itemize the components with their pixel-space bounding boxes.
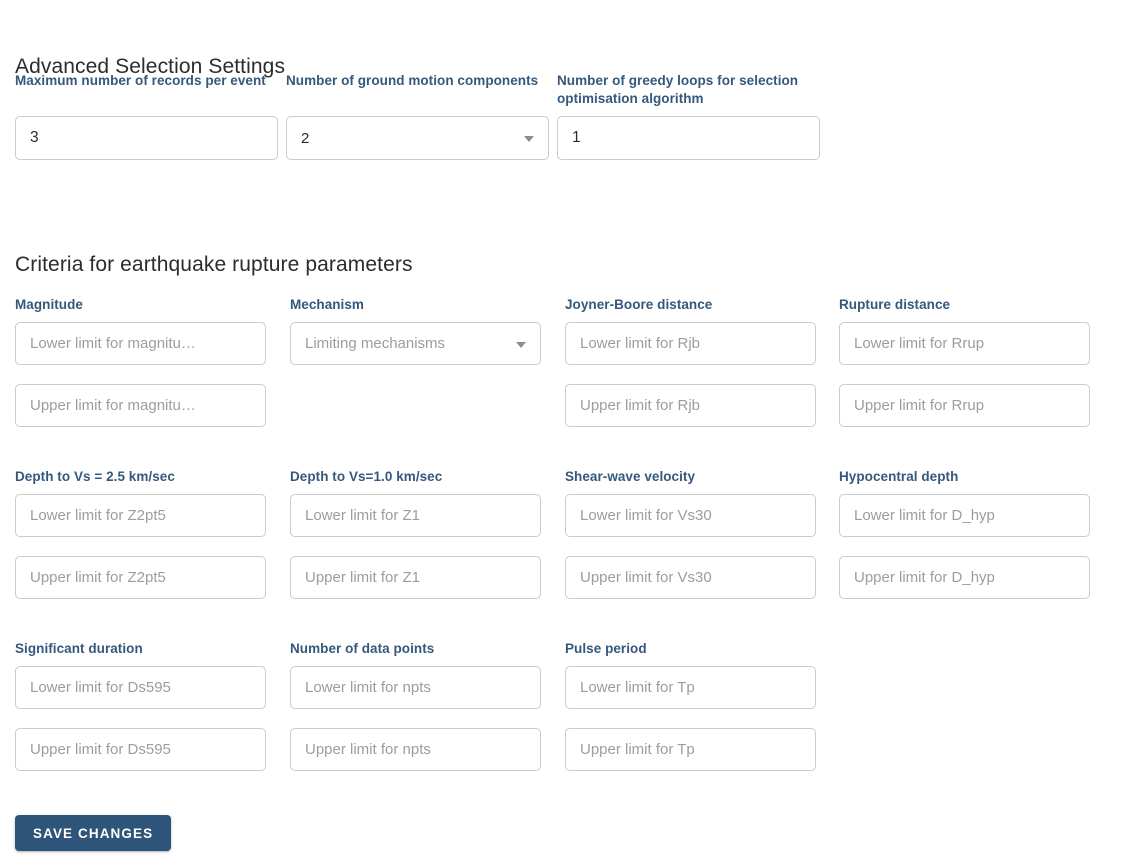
field-label-pulse-period: Pulse period [565,641,647,656]
field-group-depth-to-vs-2pt5: Depth to Vs = 2.5 km/sec [15,468,266,599]
vs30-lower-input[interactable] [565,494,816,537]
d-hyp-lower-input[interactable] [839,494,1090,537]
z1-upper-input[interactable] [290,556,541,599]
field-spacer [565,537,816,556]
tp-upper-input[interactable] [565,728,816,771]
magnitude-upper-input[interactable] [15,384,266,427]
field-label-depth-to-vs-1pt0: Depth to Vs=1.0 km/sec [290,469,443,484]
z2pt5-upper-input[interactable] [15,556,266,599]
field-group-significant-duration: Significant duration [15,640,266,771]
field-spacer [15,709,266,728]
field-label-depth-to-vs-2pt5: Depth to Vs = 2.5 km/sec [15,469,175,484]
field-label-ground-motion-components: Number of ground motion components [286,73,539,88]
field-group-max-records: Maximum number of records per event [15,72,278,160]
rrup-upper-input[interactable] [839,384,1090,427]
field-group-hypocentral-depth: Hypocentral depth [839,468,1090,599]
field-spacer [15,365,266,384]
rjb-lower-input[interactable] [565,322,816,365]
field-group-number-of-data-points: Number of data points [290,640,541,771]
z2pt5-lower-input[interactable] [15,494,266,537]
field-group-rupture-distance: Rupture distance [839,296,1090,427]
field-group-pulse-period: Pulse period [565,640,816,771]
criteria-grid: Magnitude Mechanism Limiting mechanisms … [15,296,1108,812]
field-group-shear-wave-velocity: Shear-wave velocity [565,468,816,599]
field-group-depth-to-vs-1pt0: Depth to Vs=1.0 km/sec [290,468,541,599]
field-label-mechanism: Mechanism [290,297,364,312]
chevron-down-icon [516,341,526,348]
ground-motion-components-value: 2 [301,129,310,147]
criteria-row: Significant duration Number of data poin… [15,640,1108,812]
field-group-greedy-loops: Number of greedy loops for selection opt… [557,72,820,160]
npts-lower-input[interactable] [290,666,541,709]
chevron-down-icon [524,136,534,142]
greedy-loops-input[interactable] [557,116,820,160]
advanced-settings-page: Advanced Selection Settings Maximum numb… [0,0,1123,863]
rjb-upper-input[interactable] [565,384,816,427]
field-group-ground-motion-components: Number of ground motion components 2 [286,72,549,160]
field-spacer [565,709,816,728]
field-label-number-of-data-points: Number of data points [290,641,435,656]
advanced-settings-grid: Maximum number of records per event Numb… [15,72,1108,162]
vs30-upper-input[interactable] [565,556,816,599]
save-changes-button[interactable]: Save changes [15,815,172,851]
field-spacer [839,537,1090,556]
ds595-upper-input[interactable] [15,728,266,771]
field-spacer [839,365,1090,384]
field-spacer [565,365,816,384]
field-label-greedy-loops: Number of greedy loops for selection opt… [557,73,799,106]
criteria-row: Magnitude Mechanism Limiting mechanisms … [15,296,1108,468]
ds595-lower-input[interactable] [15,666,266,709]
npts-upper-input[interactable] [290,728,541,771]
field-label-significant-duration: Significant duration [15,641,143,656]
field-label-hypocentral-depth: Hypocentral depth [839,469,959,484]
field-group-mechanism: Mechanism Limiting mechanisms [290,296,541,365]
field-spacer [290,709,541,728]
mechanism-select[interactable]: Limiting mechanisms [290,322,541,365]
field-group-joyner-boore-distance: Joyner-Boore distance [565,296,816,427]
mechanism-placeholder: Limiting mechanisms [305,335,446,352]
max-records-input[interactable] [15,116,278,160]
d-hyp-upper-input[interactable] [839,556,1090,599]
field-label-magnitude: Magnitude [15,297,83,312]
rrup-lower-input[interactable] [839,322,1090,365]
field-spacer [290,537,541,556]
z1-lower-input[interactable] [290,494,541,537]
criteria-heading: Criteria for earthquake rupture paramete… [15,253,413,277]
magnitude-lower-input[interactable] [15,322,266,365]
field-label-rupture-distance: Rupture distance [839,297,951,312]
field-label-joyner-boore-distance: Joyner-Boore distance [565,297,713,312]
field-group-magnitude: Magnitude [15,296,266,427]
field-label-max-records: Maximum number of records per event [15,73,266,88]
field-spacer [15,537,266,556]
ground-motion-components-select[interactable]: 2 [286,116,549,160]
field-label-shear-wave-velocity: Shear-wave velocity [565,469,696,484]
criteria-row: Depth to Vs = 2.5 km/sec Depth to Vs=1.0… [15,468,1108,640]
tp-lower-input[interactable] [565,666,816,709]
